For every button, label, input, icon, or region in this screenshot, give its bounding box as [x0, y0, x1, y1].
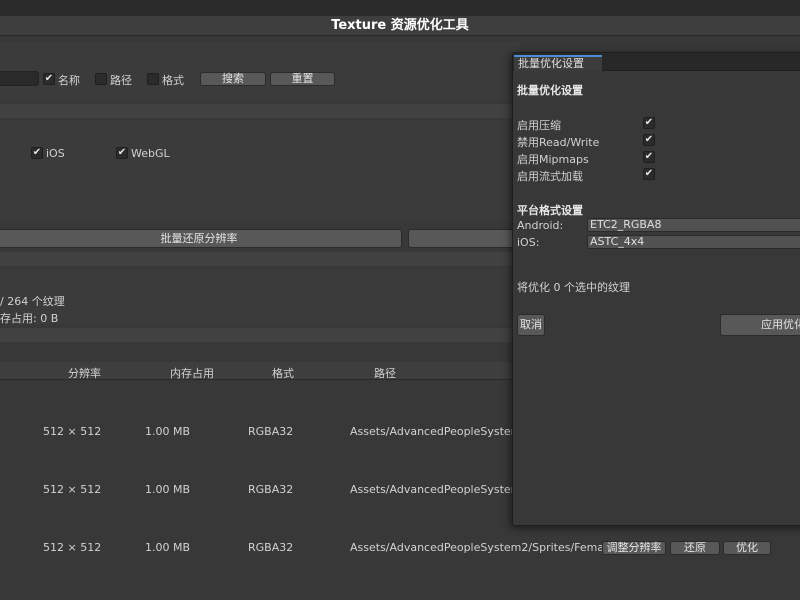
dialog-tab-bar: 批量优化设置: [513, 53, 800, 71]
check-icon: ✔: [32, 147, 42, 158]
summary-section: [0, 268, 520, 324]
platform-webgl-checkbox[interactable]: ✔: [116, 147, 128, 159]
filter-format-checkbox[interactable]: [147, 73, 159, 85]
check-icon: ✔: [117, 147, 127, 158]
reset-button[interactable]: 重置: [270, 72, 335, 86]
table-header: 分辨率 内存占用 格式 路径: [0, 362, 520, 380]
platform-format-title: 平台格式设置: [517, 204, 583, 217]
option-readwrite-checkbox[interactable]: ✔: [643, 134, 655, 146]
search-input[interactable]: [0, 71, 39, 86]
option-streaming-checkbox[interactable]: ✔: [643, 168, 655, 180]
row-format: RGBA32: [248, 541, 294, 554]
summary-section-header: [0, 252, 520, 266]
column-header-memory[interactable]: 内存占用: [170, 365, 214, 381]
cancel-button[interactable]: 取消: [517, 314, 545, 336]
platform-ios-label: iOS: [46, 147, 65, 160]
platform-section-header: [0, 104, 520, 118]
check-icon: ✔: [644, 168, 654, 179]
memory-usage-text: 存占用: 0 B: [0, 312, 59, 325]
window-top-strip: [0, 0, 800, 16]
option-streaming-label: 启用流式加载: [517, 170, 583, 183]
filter-path-label: 路径: [110, 74, 132, 87]
column-header-format[interactable]: 格式: [272, 365, 294, 381]
platform-ios-checkbox[interactable]: ✔: [31, 147, 43, 159]
filter-format-label: 格式: [162, 74, 184, 87]
apply-optimize-button[interactable]: 应用优化: [720, 314, 800, 336]
row-format: RGBA32: [248, 425, 294, 438]
filter-name-checkbox[interactable]: ✔: [43, 73, 55, 85]
table-row[interactable]: 512 × 512 1.00 MB RGBA32 Assets/Advanced…: [0, 519, 800, 577]
row-path: Assets/AdvancedPeopleSystem2/: [350, 425, 533, 438]
optimize-button[interactable]: 优化: [723, 541, 771, 555]
row-path: Assets/AdvancedPeopleSystem2/: [350, 483, 533, 496]
row-memory: 1.00 MB: [145, 541, 191, 554]
search-section: [0, 42, 520, 100]
batch-optimize-dialog: 批量优化设置 批量优化设置 启用压缩 ✔ 禁用Read/Write ✔ 启用Mi…: [512, 52, 800, 526]
option-compression-checkbox[interactable]: ✔: [643, 117, 655, 129]
row-memory: 1.00 MB: [145, 483, 191, 496]
row-path: Assets/AdvancedPeopleSystem2/Sprites/Fem…: [350, 541, 630, 554]
dialog-tab[interactable]: 批量优化设置: [514, 55, 602, 71]
column-header-path[interactable]: 路径: [374, 365, 396, 381]
check-icon: ✔: [644, 134, 654, 145]
dialog-section-title: 批量优化设置: [517, 84, 583, 97]
check-icon: ✔: [44, 73, 54, 84]
option-compression-label: 启用压缩: [517, 119, 561, 132]
row-resolution: 512 × 512: [43, 425, 102, 438]
dialog-status-text: 将优化 0 个选中的纹理: [517, 281, 630, 294]
option-readwrite-label: 禁用Read/Write: [517, 136, 600, 149]
android-format-select[interactable]: ETC2_RGBA8: [587, 218, 800, 232]
window-title: Texture 资源优化工具: [0, 16, 800, 36]
platform-webgl-label: WebGL: [131, 147, 170, 160]
search-button[interactable]: 搜索: [200, 72, 266, 86]
filter-name-label: 名称: [58, 74, 80, 87]
texture-count-text: / 264 个纹理: [0, 295, 65, 308]
check-icon: ✔: [644, 151, 654, 162]
filter-path-checkbox[interactable]: [95, 73, 107, 85]
column-header-resolution[interactable]: 分辨率: [68, 365, 101, 381]
batch-restore-button[interactable]: 批量还原分辨率: [0, 229, 402, 248]
restore-button[interactable]: 还原: [670, 541, 720, 555]
batch-optimize-button[interactable]: [408, 229, 528, 248]
row-memory: 1.00 MB: [145, 425, 191, 438]
row-format: RGBA32: [248, 483, 294, 496]
resize-button[interactable]: 调整分辨率: [602, 541, 666, 555]
check-icon: ✔: [644, 117, 654, 128]
ios-format-select[interactable]: ASTC_4x4: [587, 235, 800, 249]
option-mipmaps-label: 启用Mipmaps: [517, 153, 589, 166]
list-section-header: [0, 328, 520, 342]
android-format-label: Android:: [517, 219, 564, 232]
platform-section: [0, 120, 520, 220]
row-resolution: 512 × 512: [43, 541, 102, 554]
option-mipmaps-checkbox[interactable]: ✔: [643, 151, 655, 163]
ios-format-label: iOS:: [517, 236, 540, 249]
row-resolution: 512 × 512: [43, 483, 102, 496]
